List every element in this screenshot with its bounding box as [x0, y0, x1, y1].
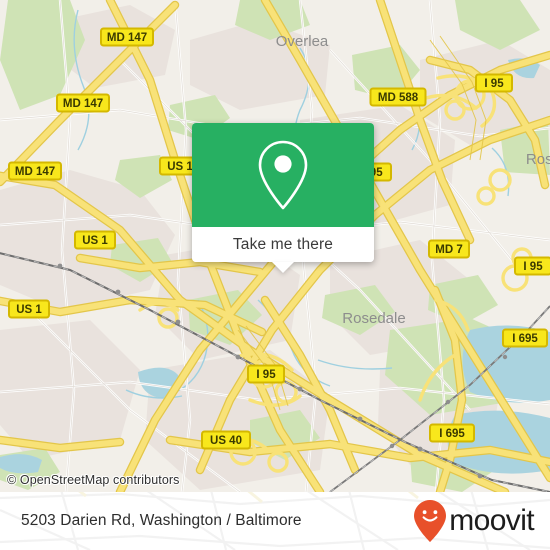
moovit-wordmark: moovit — [449, 504, 534, 537]
road-shield-label: MD 147 — [63, 98, 103, 110]
road-shield: MD 588 — [369, 87, 427, 107]
road-shield-label: I 95 — [484, 78, 504, 90]
moovit-logo[interactable]: moovit — [413, 499, 535, 543]
popup-header — [192, 123, 374, 227]
road-shield: US 1 — [8, 299, 50, 319]
road-shield-label: I 95 — [256, 369, 276, 381]
road-shield-label: MD 7 — [435, 244, 462, 256]
road-shield: I 95 — [475, 73, 513, 93]
road-shield-label: MD 588 — [378, 92, 419, 104]
osm-attribution[interactable]: © OpenStreetMap contributors — [7, 473, 180, 487]
road-shield-label: US 40 — [210, 435, 242, 447]
moovit-pin-smiley-icon — [414, 500, 447, 542]
road-shield: I 95 — [247, 364, 285, 384]
address-label: 5203 Darien Rd, Washington / Baltimore — [21, 512, 302, 529]
road-shield: MD 147 — [100, 27, 154, 47]
road-shield: I 95 — [514, 256, 550, 276]
road-shield-label: MD 147 — [107, 32, 147, 44]
location-popup[interactable]: Take me there — [192, 123, 374, 273]
road-shield-label: US 1 — [82, 235, 108, 247]
road-shield: MD 7 — [428, 239, 470, 259]
popup-action-bar[interactable]: Take me there — [192, 227, 374, 273]
road-shield-label: US 1 — [167, 161, 193, 173]
road-shield: MD 147 — [56, 93, 110, 113]
road-shield: US 1 — [74, 230, 116, 250]
take-me-there-label: Take me there — [232, 235, 334, 253]
place-label-overlea: Overlea — [276, 33, 329, 50]
place-label-ross: Ross — [526, 151, 550, 168]
road-shield-label: I 95 — [523, 261, 543, 273]
road-shield: I 695 — [502, 328, 548, 348]
moovit-map-screenshot: Overlea Rosedale Ross MD 147 MD 147 MD 147… — [0, 0, 550, 550]
map-canvas[interactable]: Overlea Rosedale Ross MD 147 MD 147 MD 147… — [0, 0, 550, 492]
footer-bar: 5203 Darien Rd, Washington / Baltimore m… — [0, 492, 550, 550]
road-shield: I 695 — [429, 423, 475, 443]
road-shield-label: I 695 — [512, 333, 538, 345]
popup-tail — [272, 262, 294, 273]
road-shield-label: MD 147 — [15, 166, 55, 178]
place-label-rosedale: Rosedale — [342, 310, 405, 327]
road-shield-label: I 695 — [439, 428, 465, 440]
map-pin-icon — [258, 140, 308, 210]
road-shield-label: US 1 — [16, 304, 42, 316]
road-shield: MD 147 — [8, 161, 62, 181]
road-shield: US 40 — [201, 430, 251, 450]
